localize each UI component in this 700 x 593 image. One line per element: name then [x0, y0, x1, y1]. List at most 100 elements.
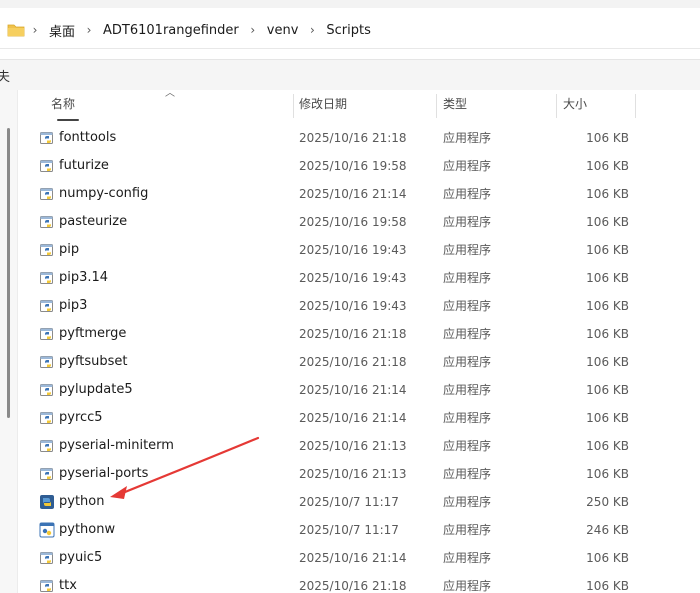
file-name: numpy-config — [59, 186, 149, 201]
file-size: 106 KB — [586, 159, 629, 173]
python-exe-icon — [39, 214, 55, 230]
file-name: pyserial-miniterm — [59, 438, 174, 453]
file-row-ttx[interactable]: ttx 2025/10/16 21:18 应用程序 106 KB — [17, 572, 700, 593]
file-row-pyrcc5[interactable]: pyrcc5 2025/10/16 21:14 应用程序 106 KB — [17, 404, 700, 432]
column-divider[interactable] — [556, 94, 557, 118]
file-explorer-window: › 桌面 › ADT6101rangefinder › venv › Scrip… — [0, 0, 700, 593]
file-row-pyuic5[interactable]: pyuic5 2025/10/16 21:14 应用程序 106 KB — [17, 544, 700, 572]
file-size: 246 KB — [586, 523, 629, 537]
file-size: 106 KB — [586, 355, 629, 369]
column-divider[interactable] — [436, 94, 437, 118]
file-name: python — [59, 494, 105, 509]
file-size: 106 KB — [586, 243, 629, 257]
file-type: 应用程序 — [443, 299, 492, 313]
file-name: pasteurize — [59, 214, 128, 229]
python-exe-icon — [39, 550, 55, 566]
command-bar: 夫 — [0, 59, 700, 91]
file-modified-date: 2025/10/16 21:18 — [299, 355, 407, 369]
file-size: 106 KB — [586, 271, 629, 285]
file-type: 应用程序 — [443, 131, 492, 145]
column-divider[interactable] — [635, 94, 636, 118]
file-name: pythonw — [59, 522, 116, 537]
file-row-fonttools[interactable]: fonttools 2025/10/16 21:18 应用程序 106 KB — [17, 124, 700, 152]
file-modified-date: 2025/10/16 21:18 — [299, 579, 407, 593]
breadcrumb-desktop[interactable]: 桌面 — [45, 21, 79, 40]
chevron-right-icon[interactable]: › — [25, 23, 45, 37]
file-list-pane: ︿ 名称 修改日期 类型 大小 fonttools 2025/10/16 21:1… — [0, 88, 700, 593]
file-row-pip[interactable]: pip 2025/10/16 19:43 应用程序 106 KB — [17, 236, 700, 264]
toolbar-item-fragment[interactable]: 夫 — [0, 66, 10, 85]
breadcrumb-project[interactable]: ADT6101rangefinder — [99, 23, 243, 38]
scrollbar-thumb[interactable] — [7, 128, 10, 418]
file-type: 应用程序 — [443, 439, 492, 453]
file-modified-date: 2025/10/16 19:58 — [299, 215, 407, 229]
column-header-row: ︿ 名称 修改日期 类型 大小 — [17, 88, 700, 118]
file-row-numpy-config[interactable]: numpy-config 2025/10/16 21:14 应用程序 106 KB — [17, 180, 700, 208]
file-modified-date: 2025/10/16 19:43 — [299, 243, 407, 257]
file-type: 应用程序 — [443, 243, 492, 257]
file-modified-date: 2025/10/16 19:43 — [299, 271, 407, 285]
file-size: 106 KB — [586, 439, 629, 453]
file-row-futurize[interactable]: futurize 2025/10/16 19:58 应用程序 106 KB — [17, 152, 700, 180]
column-header-name[interactable]: 名称 — [51, 90, 75, 118]
file-type: 应用程序 — [443, 159, 492, 173]
file-row-pyftsubset[interactable]: pyftsubset 2025/10/16 21:18 应用程序 106 KB — [17, 348, 700, 376]
address-bar[interactable]: › 桌面 › ADT6101rangefinder › venv › Scrip… — [0, 12, 700, 49]
file-name: pip3.14 — [59, 270, 109, 285]
python-exe-icon — [39, 578, 55, 593]
file-name: pylupdate5 — [59, 382, 133, 397]
python-exe-icon — [39, 158, 55, 174]
breadcrumb-scripts[interactable]: Scripts — [322, 23, 374, 38]
file-row-python[interactable]: python 2025/10/7 11:17 应用程序 250 KB — [17, 488, 700, 516]
file-type: 应用程序 — [443, 467, 492, 481]
file-row-pythonw[interactable]: pythonw 2025/10/7 11:17 应用程序 246 KB — [17, 516, 700, 544]
file-size: 250 KB — [586, 495, 629, 509]
chevron-right-icon[interactable]: › — [243, 23, 263, 37]
sort-ascending-icon: ︿ — [165, 88, 175, 99]
file-modified-date: 2025/10/16 21:18 — [299, 327, 407, 341]
file-row-pyserial-ports[interactable]: pyserial-ports 2025/10/16 21:13 应用程序 106 KB — [17, 460, 700, 488]
file-row-pyserial-miniterm[interactable]: pyserial-miniterm 2025/10/16 21:13 应用程序 106… — [17, 432, 700, 460]
column-header-modified[interactable]: 修改日期 — [299, 90, 347, 118]
file-name: pyserial-ports — [59, 466, 149, 481]
file-type: 应用程序 — [443, 383, 492, 397]
file-modified-date: 2025/10/16 19:43 — [299, 299, 407, 313]
column-header-size[interactable]: 大小 — [563, 90, 587, 118]
title-strip — [0, 0, 700, 8]
file-row-pasteurize[interactable]: pasteurize 2025/10/16 19:58 应用程序 106 KB — [17, 208, 700, 236]
python-exe-icon — [39, 382, 55, 398]
column-header-type[interactable]: 类型 — [443, 90, 467, 118]
file-name: pyuic5 — [59, 550, 103, 565]
file-name: futurize — [59, 158, 109, 173]
file-row-pylupdate5[interactable]: pylupdate5 2025/10/16 21:14 应用程序 106 KB — [17, 376, 700, 404]
file-modified-date: 2025/10/16 19:58 — [299, 159, 407, 173]
python-exe-icon — [39, 466, 55, 482]
file-modified-date: 2025/10/7 11:17 — [299, 523, 399, 537]
file-size: 106 KB — [586, 579, 629, 593]
file-type: 应用程序 — [443, 355, 492, 369]
breadcrumb-venv[interactable]: venv — [263, 23, 303, 38]
file-modified-date: 2025/10/16 21:14 — [299, 187, 407, 201]
file-size: 106 KB — [586, 383, 629, 397]
navigation-pane-edge — [0, 90, 18, 593]
file-size: 106 KB — [586, 131, 629, 145]
file-name: pip3 — [59, 298, 88, 313]
python-exe-icon — [39, 298, 55, 314]
partially-visible-row — [57, 116, 97, 122]
file-name: pyrcc5 — [59, 410, 103, 425]
file-row-pip3[interactable]: pip3 2025/10/16 19:43 应用程序 106 KB — [17, 292, 700, 320]
python-exe-icon — [39, 130, 55, 146]
pythonw-icon — [39, 522, 55, 538]
file-size: 106 KB — [586, 299, 629, 313]
file-row-pyftmerge[interactable]: pyftmerge 2025/10/16 21:18 应用程序 106 KB — [17, 320, 700, 348]
chevron-right-icon[interactable]: › — [302, 23, 322, 37]
file-modified-date: 2025/10/16 21:14 — [299, 551, 407, 565]
column-divider[interactable] — [293, 94, 294, 118]
file-modified-date: 2025/10/16 21:13 — [299, 467, 407, 481]
file-name: fonttools — [59, 130, 117, 145]
file-modified-date: 2025/10/16 21:13 — [299, 439, 407, 453]
file-name: pyftmerge — [59, 326, 127, 341]
chevron-right-icon[interactable]: › — [79, 23, 99, 37]
file-size: 106 KB — [586, 215, 629, 229]
file-row-pip3.14[interactable]: pip3.14 2025/10/16 19:43 应用程序 106 KB — [17, 264, 700, 292]
